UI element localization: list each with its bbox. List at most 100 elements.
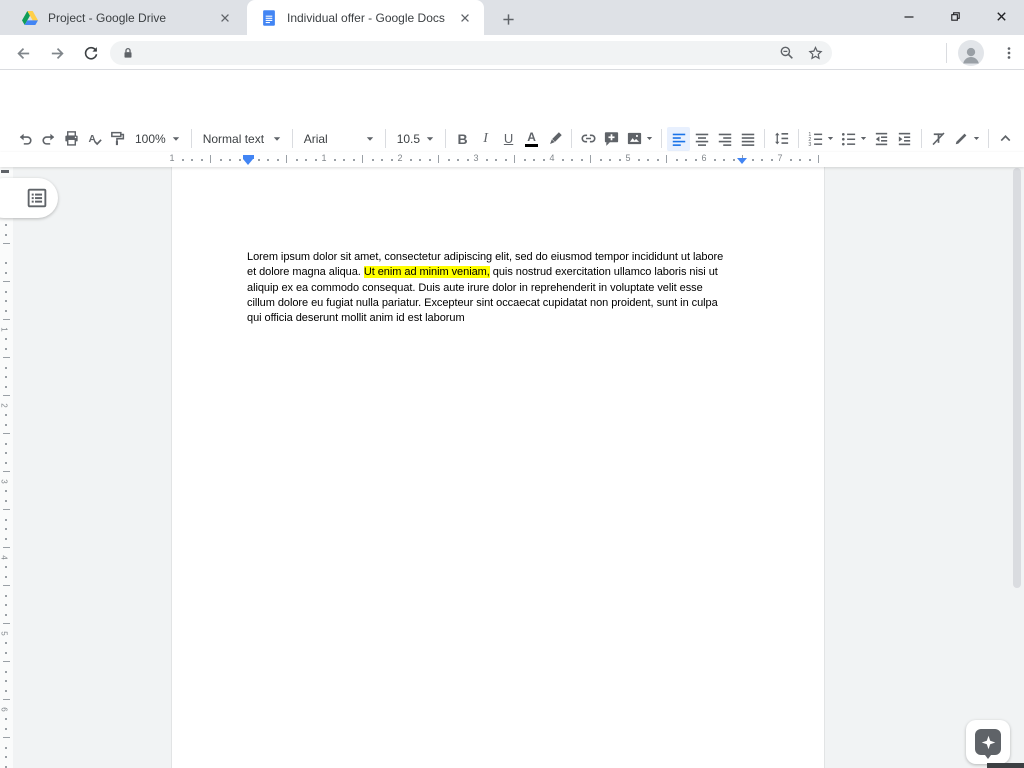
clear-formatting-button[interactable]	[927, 127, 950, 151]
explore-button[interactable]	[966, 720, 1010, 764]
ruler-tick	[467, 159, 469, 161]
font-size-dropdown[interactable]: 10.5	[391, 127, 440, 151]
text-segment[interactable]: et dolore magna aliqua.	[247, 266, 364, 278]
divider	[292, 129, 293, 148]
ruler-tick	[590, 155, 591, 163]
styles-dropdown[interactable]: Normal text	[197, 127, 287, 151]
paint-format-button[interactable]	[106, 127, 129, 151]
ruler-tick	[666, 155, 667, 163]
increase-indent-button[interactable]	[893, 127, 916, 151]
ruler-tick	[5, 652, 7, 654]
restore-icon	[949, 10, 962, 23]
text-line[interactable]: qui officia deserunt mollit anim id est …	[247, 311, 747, 326]
text-line[interactable]: et dolore magna aliqua. Ut enim ad minim…	[247, 265, 747, 280]
ruler-inch-label: 6	[700, 153, 708, 163]
line-spacing-button[interactable]	[770, 127, 793, 151]
align-left-button[interactable]	[667, 127, 690, 151]
undo-button[interactable]	[14, 127, 37, 151]
text-line[interactable]: cillum dolore eu fugiat nulla pariatur. …	[247, 296, 747, 311]
minimize-button[interactable]	[886, 0, 932, 33]
align-right-button[interactable]	[713, 127, 736, 151]
explore-icon	[975, 729, 1001, 755]
close-tab-icon[interactable]	[456, 9, 474, 27]
insert-link-button[interactable]	[577, 127, 600, 151]
zoom-dropdown[interactable]: 100%	[129, 127, 186, 151]
ruler-tick	[638, 159, 640, 161]
document-page[interactable]: Lorem ipsum dolor sit amet, consectetur …	[172, 167, 824, 768]
insert-image-button[interactable]	[623, 127, 656, 151]
chevron-up-icon	[997, 130, 1014, 147]
browser-profile-avatar[interactable]	[958, 40, 984, 66]
spelling-check-button[interactable]	[83, 127, 106, 151]
forward-button[interactable]	[44, 40, 70, 66]
text-segment[interactable]: Lorem ipsum dolor sit amet, consectetur …	[247, 251, 723, 263]
ruler-inch-label: 6	[0, 707, 9, 711]
document-text[interactable]: Lorem ipsum dolor sit amet, consectetur …	[247, 250, 747, 326]
text-color-button[interactable]: A	[520, 127, 543, 151]
ruler-tick	[5, 642, 7, 644]
style-value: Normal text	[203, 132, 264, 146]
hide-menus-button[interactable]	[994, 127, 1017, 151]
ruler-inch-label: 1	[320, 153, 328, 163]
chevron-down-icon	[172, 136, 180, 142]
ruler-tick	[723, 159, 725, 161]
ruler-tick	[286, 155, 287, 163]
print-button[interactable]	[60, 127, 83, 151]
add-comment-button[interactable]	[600, 127, 623, 151]
restore-button[interactable]	[932, 0, 978, 33]
highlight-color-button[interactable]	[543, 127, 566, 151]
editing-mode-button[interactable]	[950, 127, 983, 151]
ruler-tick	[5, 386, 7, 388]
numbered-list-button[interactable]	[804, 127, 837, 151]
text-line[interactable]: aliquip ex ea commodo consequat. Duis au…	[247, 281, 747, 296]
bold-button[interactable]: B	[451, 127, 474, 151]
redo-button[interactable]	[37, 127, 60, 151]
new-tab-button[interactable]	[496, 7, 520, 31]
left-indent-marker[interactable]	[243, 155, 254, 165]
tab-title: Project - Google Drive	[48, 11, 216, 25]
text-line[interactable]: Lorem ipsum dolor sit amet, consectetur …	[247, 250, 747, 265]
align-justify-button[interactable]	[736, 127, 759, 151]
text-segment[interactable]: aliquip ex ea commodo consequat. Duis au…	[247, 282, 703, 294]
browser-menu-button[interactable]	[996, 40, 1022, 66]
ruler-inch-label: 7	[776, 153, 784, 163]
url-input[interactable]	[110, 41, 832, 65]
vertical-scrollbar[interactable]	[1013, 168, 1021, 588]
zoom-out-button[interactable]	[776, 42, 798, 64]
decrease-indent-button[interactable]	[870, 127, 893, 151]
divider	[764, 129, 765, 148]
window-corner	[987, 763, 1024, 768]
tab-google-docs[interactable]: Individual offer - Google Docs	[247, 0, 484, 35]
underline-button[interactable]: U	[497, 127, 520, 151]
ruler-tick	[495, 159, 497, 161]
bookmark-button[interactable]	[804, 42, 826, 64]
top-margin-marker[interactable]	[1, 170, 9, 173]
font-dropdown[interactable]: Arial	[298, 127, 380, 151]
text-segment[interactable]: qui officia deserunt mollit anim id est …	[247, 312, 465, 324]
ruler-tick	[267, 159, 269, 161]
ruler-tick	[609, 159, 611, 161]
text-segment[interactable]: cillum dolore eu fugiat nulla pariatur. …	[247, 297, 718, 309]
ruler-tick	[239, 159, 241, 161]
highlighter-icon	[546, 130, 563, 147]
back-button[interactable]	[10, 40, 36, 66]
ruler-tick	[5, 414, 7, 416]
highlighted-text[interactable]: Ut enim ad minim veniam,	[364, 266, 490, 278]
ruler-tick	[457, 159, 459, 161]
bulleted-list-button[interactable]	[837, 127, 870, 151]
right-indent-marker[interactable]	[737, 158, 747, 164]
close-window-button[interactable]	[978, 0, 1024, 33]
ruler-tick	[229, 159, 231, 161]
align-center-button[interactable]	[690, 127, 713, 151]
tab-google-drive[interactable]: Project - Google Drive	[8, 0, 244, 35]
ruler-tick	[5, 500, 7, 502]
show-document-outline-button[interactable]	[0, 178, 58, 218]
reload-button[interactable]	[78, 40, 104, 66]
ruler-tick	[5, 348, 7, 350]
ruler-tick	[5, 528, 7, 530]
close-tab-icon[interactable]	[216, 9, 234, 27]
ruler-tick	[362, 155, 363, 163]
text-segment[interactable]: quis nostrud exercitation ullamco labori…	[490, 266, 718, 278]
italic-button[interactable]: I	[474, 127, 497, 151]
plus-icon	[502, 13, 515, 26]
